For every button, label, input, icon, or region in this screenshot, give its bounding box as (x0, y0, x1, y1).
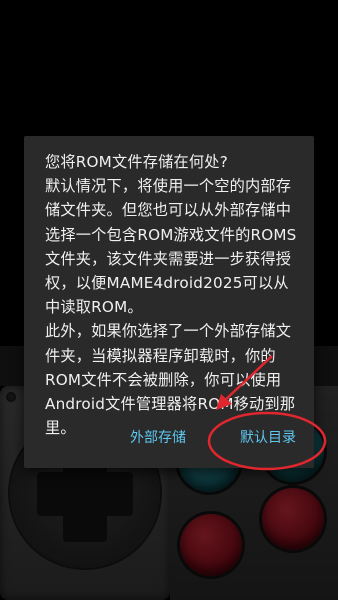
storage-location-dialog: 您将ROM文件存储在何处? 默认情况下，将使用一个空的内部存储文件夹。但您也可以… (24, 136, 314, 468)
default-directory-button[interactable]: 默认目录 (234, 424, 302, 452)
external-storage-button[interactable]: 外部存储 (124, 424, 192, 452)
dialog-message: 您将ROM文件存储在何处? 默认情况下，将使用一个空的内部存储文件夹。但您也可以… (45, 153, 297, 438)
